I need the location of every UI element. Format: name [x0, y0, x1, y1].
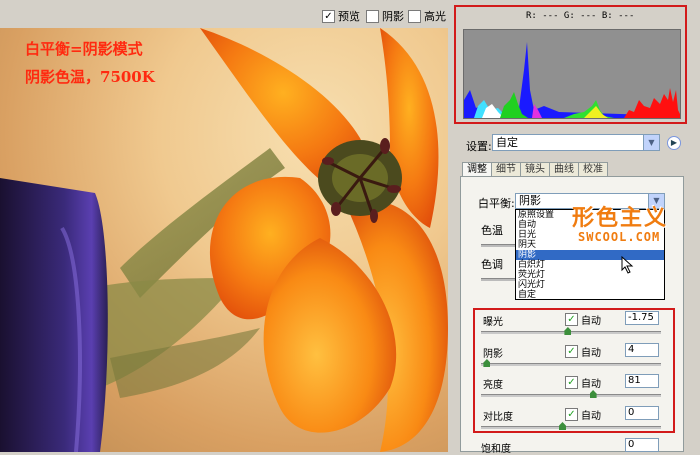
exposure-value-field[interactable]: -1.75 — [625, 311, 659, 325]
overlay-caption-white-balance: 白平衡=阴影模式 — [25, 40, 143, 58]
tab-curve[interactable]: 曲线 — [549, 162, 579, 176]
shadows-label: 阴影 — [382, 10, 404, 23]
exposure-label: 曝光 — [483, 317, 503, 328]
checkmark-icon: ✓ — [322, 9, 335, 23]
checkmark-icon: ✓ — [565, 408, 578, 421]
exposure-slider-thumb[interactable] — [564, 327, 572, 335]
settings-label: 设置: — [466, 140, 492, 153]
temperature-label: 色温 — [481, 224, 503, 237]
brightness-value-field[interactable]: 81 — [625, 374, 659, 388]
brightness-slider-thumb[interactable] — [589, 390, 597, 398]
histogram-panel: R: --- G: --- B: --- — [454, 5, 687, 124]
shadows-auto-label: 自动 — [581, 348, 601, 359]
wb-option-flash[interactable]: 闪光灯 — [516, 280, 664, 290]
watermark-logo: 形色主义 — [572, 206, 669, 231]
checkmark-icon: ✓ — [565, 345, 578, 358]
tint-slider-track[interactable] — [481, 278, 515, 281]
circle-arrow-right-icon[interactable]: ▶ — [667, 136, 681, 150]
preview-checkbox[interactable]: ✓ 预览 — [322, 8, 360, 24]
preview-label: 预览 — [338, 10, 360, 23]
contrast-value-field[interactable]: 0 — [625, 406, 659, 420]
highlights-label: 高光 — [424, 10, 446, 23]
checkmark-icon: ✓ — [565, 376, 578, 389]
white-balance-value: 阴影 — [519, 194, 541, 207]
temperature-slider-track[interactable] — [481, 244, 515, 247]
shadows-value-field[interactable]: 4 — [625, 343, 659, 357]
tab-adjust[interactable]: 调整 — [462, 162, 492, 176]
tab-detail[interactable]: 细节 — [491, 162, 521, 176]
contrast-auto-checkbox[interactable]: ✓ 自动 — [565, 407, 601, 422]
shadows-slider-thumb[interactable] — [483, 359, 491, 367]
exposure-auto-checkbox[interactable]: ✓ 自动 — [565, 312, 601, 327]
saturation-label: 饱和度 — [481, 444, 511, 455]
shadows-adjust-label: 阴影 — [483, 349, 503, 360]
white-balance-label: 白平衡: — [478, 197, 515, 210]
tab-calibrate[interactable]: 校准 — [578, 162, 608, 176]
tint-label: 色调 — [481, 258, 503, 271]
photo-preview[interactable]: 白平衡=阴影模式 阴影色温，7500K — [0, 28, 448, 452]
shadows-checkbox[interactable]: 阴影 — [366, 8, 404, 24]
tulip-photo — [0, 28, 448, 452]
shadows-auto-checkbox[interactable]: ✓ 自动 — [565, 344, 601, 359]
brightness-auto-label: 自动 — [581, 379, 601, 390]
settings-dropdown[interactable]: 自定 ▼ — [492, 134, 660, 151]
brightness-label: 亮度 — [483, 380, 503, 391]
wb-option-shade[interactable]: 阴影 — [516, 250, 664, 260]
highlights-checkbox[interactable]: 高光 — [408, 8, 446, 24]
mouse-cursor-icon — [621, 256, 634, 274]
tab-bar: 调整 细节 镜头 曲线 校准 — [462, 162, 608, 176]
shadows-slider-track[interactable] — [481, 363, 661, 366]
contrast-slider-track[interactable] — [481, 426, 661, 429]
wb-option-tungsten[interactable]: 白炽灯 — [516, 260, 664, 270]
exposure-auto-label: 自动 — [581, 316, 601, 327]
histogram-graph — [464, 42, 680, 118]
wb-option-custom[interactable]: 自定 — [516, 290, 664, 300]
contrast-auto-label: 自动 — [581, 411, 601, 422]
brightness-auto-checkbox[interactable]: ✓ 自动 — [565, 375, 601, 390]
tab-lens[interactable]: 镜头 — [520, 162, 550, 176]
histogram — [463, 29, 681, 119]
wb-option-fluorescent[interactable]: 荧光灯 — [516, 270, 664, 280]
checkmark-icon: ✓ — [565, 313, 578, 326]
tone-adjustments-group: 曝光 ✓ 自动 -1.75 阴影 ✓ 自动 4 亮度 ✓ 自动 81 对比度 ✓… — [473, 308, 675, 433]
contrast-label: 对比度 — [483, 412, 513, 423]
contrast-slider-thumb[interactable] — [559, 422, 566, 430]
brightness-slider-track[interactable] — [481, 394, 661, 397]
chevron-down-icon[interactable]: ▼ — [643, 135, 659, 150]
watermark-url: SWCOOL.COM — [578, 230, 661, 244]
checkbox-empty-icon — [366, 9, 379, 23]
overlay-caption-temperature: 阴影色温，7500K — [25, 68, 155, 86]
settings-value: 自定 — [496, 136, 518, 149]
saturation-value-field[interactable]: 0 — [625, 438, 659, 452]
checkbox-empty-icon — [408, 9, 421, 23]
rgb-readout: R: --- G: --- B: --- — [526, 11, 635, 21]
